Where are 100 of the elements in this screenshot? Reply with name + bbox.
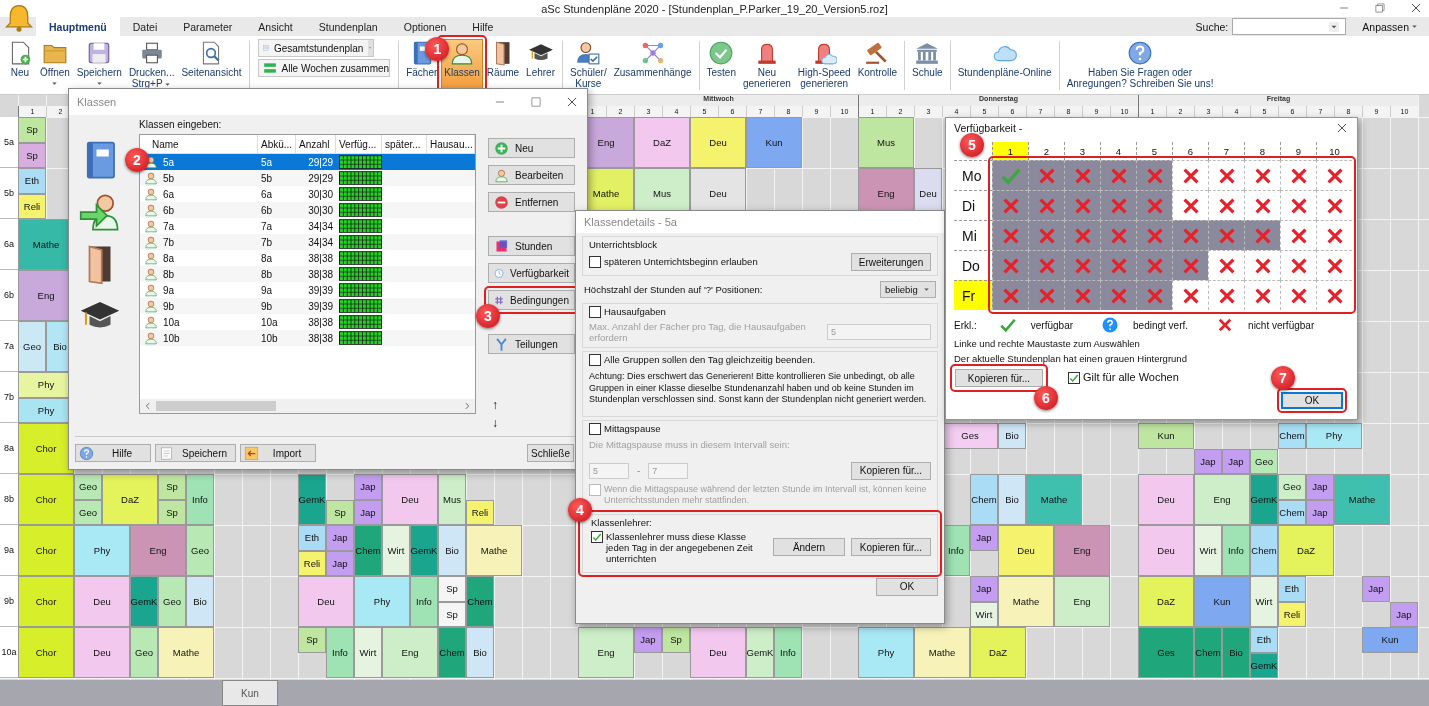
caret-icon[interactable] xyxy=(1329,21,1340,32)
lesson-card[interactable]: Info xyxy=(1222,525,1250,576)
lesson-card[interactable]: Chor xyxy=(18,576,74,627)
lesson-card[interactable]: Chor xyxy=(18,627,74,678)
class-label[interactable]: 10a xyxy=(0,627,18,678)
column-header[interactable]: Anzahl xyxy=(296,135,336,153)
search-field[interactable] xyxy=(1232,18,1347,35)
lesson-card[interactable]: Mathe xyxy=(158,627,214,678)
lesson-card[interactable]: Deu xyxy=(690,627,746,678)
lesson-card[interactable]: Deu xyxy=(1138,474,1194,525)
lesson-card[interactable]: Eth xyxy=(298,525,326,551)
availability-slot[interactable] xyxy=(1100,250,1136,280)
checkbox[interactable] xyxy=(589,256,601,268)
column-header[interactable]: später... xyxy=(382,135,427,153)
availability-slot[interactable] xyxy=(1136,190,1172,220)
lesson-card[interactable]: GemK xyxy=(1250,474,1278,525)
column-header[interactable]: Abkü... xyxy=(258,135,296,153)
dialog-button[interactable]: Entfernen xyxy=(488,192,575,212)
lesson-card[interactable]: DaZ xyxy=(102,474,158,525)
lesson-card[interactable]: Jap xyxy=(1222,448,1250,474)
class-label[interactable]: 7b xyxy=(0,372,18,423)
dialog-button[interactable]: Verfügbarkeit xyxy=(488,263,575,283)
lesson-card[interactable]: Chor xyxy=(18,474,74,525)
lesson-card[interactable]: Jap xyxy=(634,627,662,653)
lesson-card[interactable]: Geo xyxy=(158,576,186,627)
lesson-card[interactable]: DaZ xyxy=(970,627,1026,678)
lesson-card[interactable]: Chem xyxy=(970,474,998,525)
checkbox[interactable] xyxy=(1068,372,1080,384)
menu-tab[interactable]: Stundenplan xyxy=(305,17,391,36)
availability-slot[interactable] xyxy=(1028,160,1064,190)
availability-slot[interactable] xyxy=(1136,160,1172,190)
dialog-button[interactable]: Speichern xyxy=(155,444,237,462)
menu-tab[interactable]: Parameter xyxy=(170,17,246,36)
lesson-card[interactable]: DaZ xyxy=(1138,576,1194,627)
lesson-card[interactable]: Kun xyxy=(746,117,802,168)
availability-slot[interactable] xyxy=(1244,220,1280,250)
extensions-button[interactable]: Erweiterungen xyxy=(851,253,931,271)
move-button[interactable]: ↑ xyxy=(488,398,502,412)
bell-icon[interactable] xyxy=(4,3,34,33)
lesson-card[interactable]: Jap xyxy=(1362,576,1390,602)
dialog-button[interactable]: Stunden xyxy=(488,236,575,256)
lesson-card[interactable]: Sp xyxy=(18,142,46,168)
lesson-card[interactable]: Kun xyxy=(1362,627,1418,653)
lesson-card[interactable]: Mus xyxy=(438,474,466,525)
lesson-card[interactable]: Eth xyxy=(1250,627,1278,653)
lesson-card[interactable]: Geo xyxy=(1278,474,1306,500)
table-row[interactable]: 6a 6a 30|30 xyxy=(140,186,475,202)
availability-slot[interactable] xyxy=(1136,250,1172,280)
lesson-card[interactable]: Reli xyxy=(1278,601,1306,627)
restore-icon[interactable] xyxy=(1373,1,1387,15)
lesson-card[interactable]: Chem xyxy=(466,576,494,627)
toolbar-button[interactable]: Stundenpläne-Online xyxy=(954,39,1055,92)
availability-slot[interactable] xyxy=(1172,250,1208,280)
menu-tab[interactable]: Hauptmenü xyxy=(36,17,120,36)
lesson-card[interactable]: Sp xyxy=(326,499,354,525)
availability-slot[interactable] xyxy=(1316,190,1352,220)
day-header[interactable]: Fr xyxy=(954,280,992,310)
availability-slot[interactable] xyxy=(1280,190,1316,220)
lesson-card[interactable]: Mathe xyxy=(466,525,522,576)
lesson-card[interactable]: GemK xyxy=(410,525,438,576)
lesson-card[interactable]: Mus xyxy=(858,117,914,168)
table-row[interactable]: 7a 7a 34|34 xyxy=(140,218,475,234)
availability-slot[interactable] xyxy=(1208,160,1244,190)
lesson-card[interactable]: Deu xyxy=(1138,525,1194,576)
availability-slot[interactable] xyxy=(992,190,1028,220)
lesson-card[interactable]: Chor xyxy=(18,423,74,474)
availability-slot[interactable] xyxy=(1244,190,1280,220)
availability-slot[interactable] xyxy=(1208,250,1244,280)
checkbox[interactable] xyxy=(589,354,601,366)
lesson-card[interactable]: Eng xyxy=(1054,576,1110,627)
table-row[interactable]: 5b 5b 29|29 xyxy=(140,170,475,186)
lesson-card[interactable]: Eng xyxy=(130,525,186,576)
availability-slot[interactable] xyxy=(1208,280,1244,310)
lesson-card[interactable]: DaZ xyxy=(634,117,690,168)
table-row[interactable]: 7b 7b 34|34 xyxy=(140,234,475,250)
lesson-card[interactable]: Deu xyxy=(998,525,1054,576)
lesson-card[interactable]: GemK xyxy=(1250,652,1278,678)
availability-slot[interactable] xyxy=(1244,250,1280,280)
lesson-card[interactable]: Deu xyxy=(298,576,354,627)
lesson-card[interactable]: Phy xyxy=(74,525,130,576)
class-label[interactable]: 5a xyxy=(0,117,18,168)
availability-slot[interactable] xyxy=(992,250,1028,280)
lesson-card[interactable]: Wirt xyxy=(1250,576,1278,627)
class-label[interactable]: 6a xyxy=(0,219,18,270)
toolbar-button[interactable]: Schule xyxy=(909,39,946,92)
table-row[interactable]: 10b 10b 38|38 xyxy=(140,330,475,346)
availability-slot[interactable] xyxy=(1100,280,1136,310)
lesson-card[interactable]: Eth xyxy=(18,168,46,194)
copy-button[interactable]: Kopieren für... xyxy=(955,369,1043,387)
lesson-card[interactable]: Wirt xyxy=(354,627,382,678)
menu-tab[interactable]: Ansicht xyxy=(245,17,306,36)
maximize-icon[interactable] xyxy=(529,95,543,109)
lesson-card[interactable]: Jap xyxy=(354,474,382,500)
lesson-card[interactable]: Eth xyxy=(1278,576,1306,602)
lesson-card[interactable]: Geo xyxy=(186,525,214,576)
lesson-card[interactable]: Wirt xyxy=(970,601,998,627)
lesson-card[interactable]: Jap xyxy=(1306,499,1334,525)
lesson-card[interactable]: Jap xyxy=(1194,448,1222,474)
lesson-card[interactable]: Bio xyxy=(1222,627,1250,678)
availability-slot[interactable] xyxy=(1316,160,1352,190)
